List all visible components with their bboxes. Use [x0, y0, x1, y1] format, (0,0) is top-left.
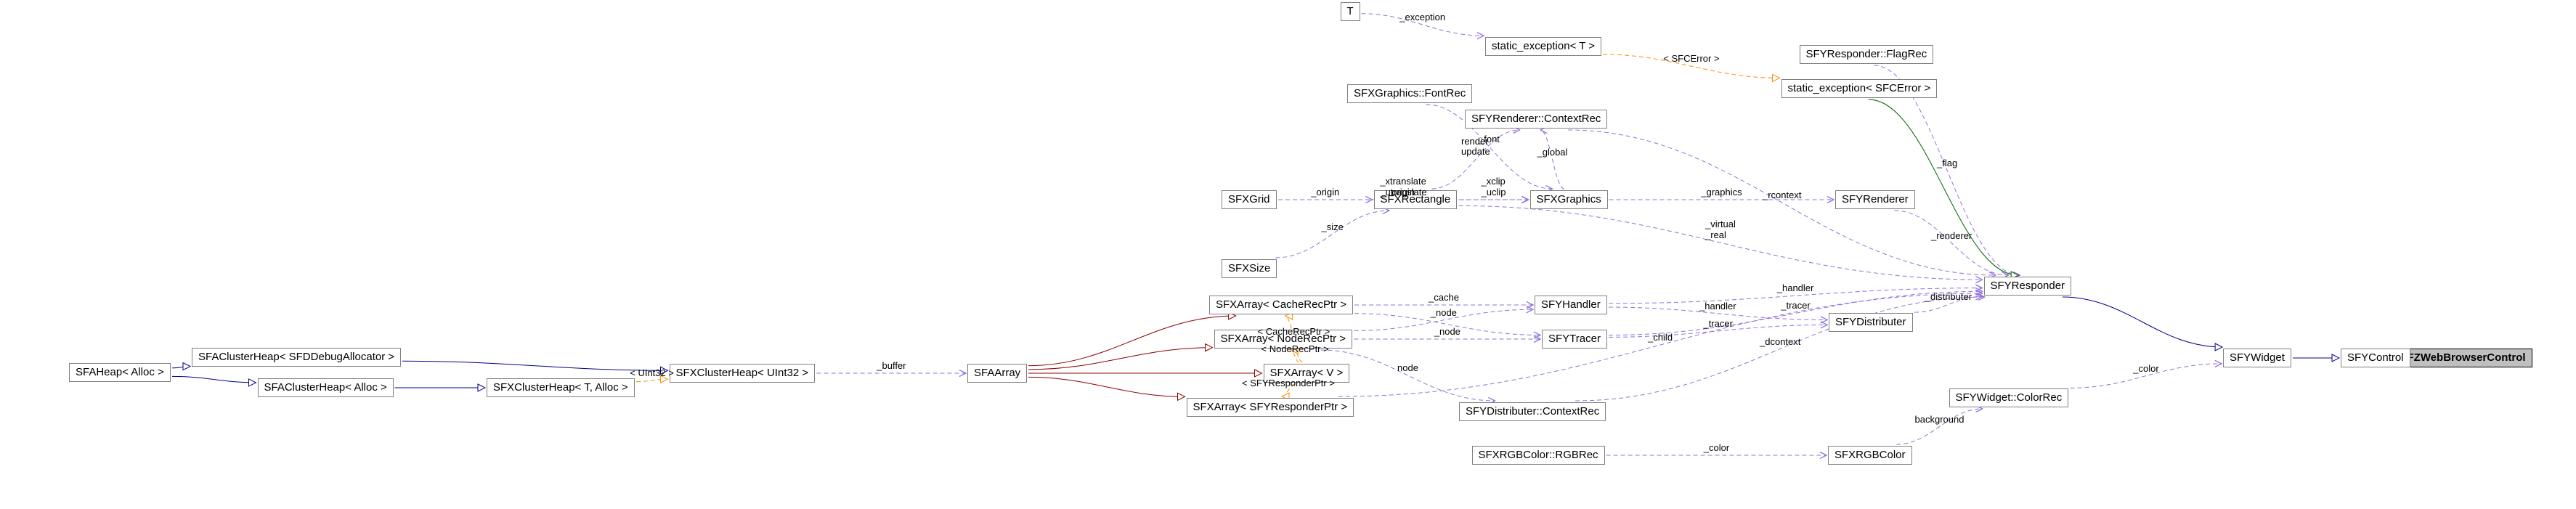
- edge-static_exception_T-static_exception_SFCError: [1603, 54, 1780, 78]
- edge-label: _virtual _real: [1705, 219, 1736, 241]
- node-SFXGraphics[interactable]: SFXGraphics: [1530, 190, 1608, 209]
- node-SFYResponder_FlagRec[interactable]: SFYResponder::FlagRec: [1800, 45, 1934, 64]
- edge-SFAArray-SFXArray_CacheRecPtr: [1028, 316, 1236, 366]
- node-SFYRenderer[interactable]: SFYRenderer: [1835, 190, 1915, 209]
- node-static_exception_T[interactable]: static_exception< T >: [1485, 37, 1601, 56]
- edge-SFYDistributer-SFYResponder: [1914, 296, 1983, 312]
- node-SFYWidget_ColorRec[interactable]: SFYWidget::ColorRec: [1949, 388, 2069, 407]
- edge-label: _exception: [1399, 12, 1445, 23]
- node-T[interactable]: T: [1341, 2, 1360, 21]
- edge-label: < SFCError >: [1663, 54, 1719, 65]
- edge-label: _color: [2133, 364, 2158, 375]
- edge-label: _child: [1648, 333, 1673, 343]
- node-SFAClusterHeap_Alloc[interactable]: SFAClusterHeap< Alloc >: [258, 378, 394, 397]
- edge-label: _size: [1322, 222, 1344, 233]
- edge-SFAArray-SFXArray_NodeRecPtr: [1028, 348, 1213, 370]
- node-SFAHeap_Alloc[interactable]: SFAHeap< Alloc >: [69, 363, 171, 382]
- node-SFXArray_SFYResponderPtr[interactable]: SFXArray< SFYResponderPtr >: [1187, 398, 1354, 417]
- edge-SFXSize-SFXRectangle: [1275, 211, 1389, 258]
- edge-label: _renderer: [1931, 231, 1972, 242]
- edge-SFXRectangle-SFYRenderer_ContextRec: [1431, 130, 1519, 189]
- edge-SFXArray_V-SFXArray_SFYResponderPtr: [1282, 384, 1295, 396]
- edge-label: render update: [1461, 137, 1490, 158]
- node-SFYDistributer_ContextRec[interactable]: SFYDistributer::ContextRec: [1459, 402, 1606, 421]
- edge-label: _dcontext: [1760, 337, 1800, 348]
- edge-SFXArray_SFYResponderPtr-SFYResponder: [1338, 293, 1983, 396]
- edge-SFXClusterHeap_T_Alloc-SFXClusterHeap_UInt32: [636, 379, 668, 381]
- node-SFXArray_CacheRecPtr[interactable]: SFXArray< CacheRecPtr >: [1209, 296, 1353, 314]
- edge-label: _node: [1431, 308, 1457, 319]
- node-SFYControl[interactable]: SFYControl: [2341, 349, 2410, 367]
- edge-label: _flag: [1937, 158, 1957, 169]
- edge-label: _xclip _uclip: [1482, 176, 1506, 198]
- edge-label: _graphics: [1701, 187, 1742, 198]
- edge-SFYWidget_ColorRec-SFYWidget: [2071, 364, 2222, 388]
- edge-static_exception_SFCError-SFYResponder: [1869, 99, 2018, 275]
- edge-label: _origin: [1311, 187, 1339, 198]
- node-SFXRGBColor[interactable]: SFXRGBColor: [1828, 446, 1912, 465]
- edge-label: _tracer: [1781, 301, 1810, 311]
- edge-label: _cache: [1429, 293, 1459, 304]
- node-SFYRenderer_ContextRec[interactable]: SFYRenderer::ContextRec: [1465, 110, 1607, 129]
- node-SFXClusterHeap_UInt32[interactable]: SFXClusterHeap< UInt32 >: [670, 364, 816, 383]
- node-SFYResponder[interactable]: SFYResponder: [1984, 277, 2072, 296]
- edge-label: _global: [1537, 147, 1568, 158]
- edge-label: _color: [1704, 443, 1729, 454]
- edge-SFAHeap_Alloc-SFAClusterHeap_SFDDebugAllocator: [172, 367, 190, 368]
- edge-SFYHandler-SFYResponder: [1609, 288, 1983, 304]
- edge-SFXRectangle-SFYResponder: [1459, 205, 1983, 280]
- edge-SFYTracer-SFYResponder: [1609, 291, 1983, 335]
- edge-SFXArray_CacheRecPtr-SFYTracer: [1354, 314, 1540, 335]
- node-SFXGraphics_FontRec[interactable]: SFXGraphics::FontRec: [1347, 84, 1472, 103]
- edge-SFXGraphics-SFYRenderer_ContextRec: [1540, 130, 1564, 189]
- node-SFZWebBrowserControl[interactable]: SFZWebBrowserControl: [2394, 349, 2532, 367]
- node-SFYHandler[interactable]: SFYHandler: [1535, 296, 1607, 314]
- edge-SFYHandler-SFYDistributer: [1609, 307, 1827, 319]
- edge-label: node: [1397, 363, 1418, 374]
- edge-label: _node: [1434, 327, 1460, 338]
- edge-label: _handler: [1699, 301, 1736, 312]
- node-SFXRectangle[interactable]: SFXRectangle: [1374, 190, 1458, 209]
- edge-SFXRGBColor-SFYWidget_ColorRec: [1896, 409, 1982, 444]
- edge-SFYTracer-SFYDistributer: [1609, 325, 1827, 337]
- edge-label: background: [1915, 415, 1964, 425]
- edge-SFXArray_NodeRecPtr-SFYHandler: [1354, 309, 1534, 330]
- edges-layer: [0, 0, 2576, 509]
- edge-label: < UInt32 >: [630, 368, 674, 379]
- edge-label: _tracer: [1704, 319, 1733, 330]
- edge-SFAClusterHeap_SFDDebugAllocator-SFXClusterHeap_UInt32: [402, 361, 668, 370]
- node-SFXArray_NodeRecPtr[interactable]: SFXArray< NodeRecPtr >: [1214, 330, 1353, 349]
- edge-SFXArray_V-SFXArray_NodeRecPtr: [1291, 350, 1299, 362]
- edge-SFAHeap_Alloc-SFAClusterHeap_Alloc: [172, 376, 256, 383]
- node-SFXRGBColor_RGBRec[interactable]: SFXRGBColor::RGBRec: [1472, 446, 1605, 465]
- edge-SFYResponder-SFYWidget: [2063, 297, 2222, 347]
- edge-T-static_exception_T: [1362, 14, 1484, 36]
- edge-label: _handler: [1777, 283, 1814, 294]
- node-SFYDistributer[interactable]: SFYDistributer: [1829, 313, 1913, 332]
- node-SFAClusterHeap_SFDDebugAllocator[interactable]: SFAClusterHeap< SFDDebugAllocator >: [192, 348, 401, 367]
- node-static_exception_SFCError[interactable]: static_exception< SFCError >: [1781, 79, 1938, 98]
- node-SFAArray[interactable]: SFAArray: [967, 364, 1027, 383]
- node-SFYWidget[interactable]: SFYWidget: [2223, 349, 2291, 367]
- edge-SFAArray-SFXArray_SFYResponderPtr: [1028, 377, 1185, 396]
- edge-label: _buffer: [877, 361, 906, 372]
- edge-SFYRenderer-SFYResponder: [1894, 211, 2008, 275]
- edge-label: _distributer: [1925, 292, 1972, 303]
- node-SFXClusterHeap_T_Alloc[interactable]: SFXClusterHeap< T, Alloc >: [487, 378, 635, 397]
- node-SFXSize[interactable]: SFXSize: [1222, 259, 1277, 278]
- node-SFXArray_V[interactable]: SFXArray< V >: [1264, 364, 1350, 383]
- edge-label: _rcontext: [1763, 190, 1801, 201]
- node-SFYTracer[interactable]: SFYTracer: [1542, 330, 1607, 349]
- node-SFXGrid[interactable]: SFXGrid: [1222, 190, 1277, 209]
- edge-SFYDistributer_ContextRec-SFYResponder: [1575, 297, 1985, 401]
- edge-label: _font: [1479, 134, 1500, 145]
- edge-SFYRenderer_ContextRec-SFYResponder: [1568, 130, 1996, 275]
